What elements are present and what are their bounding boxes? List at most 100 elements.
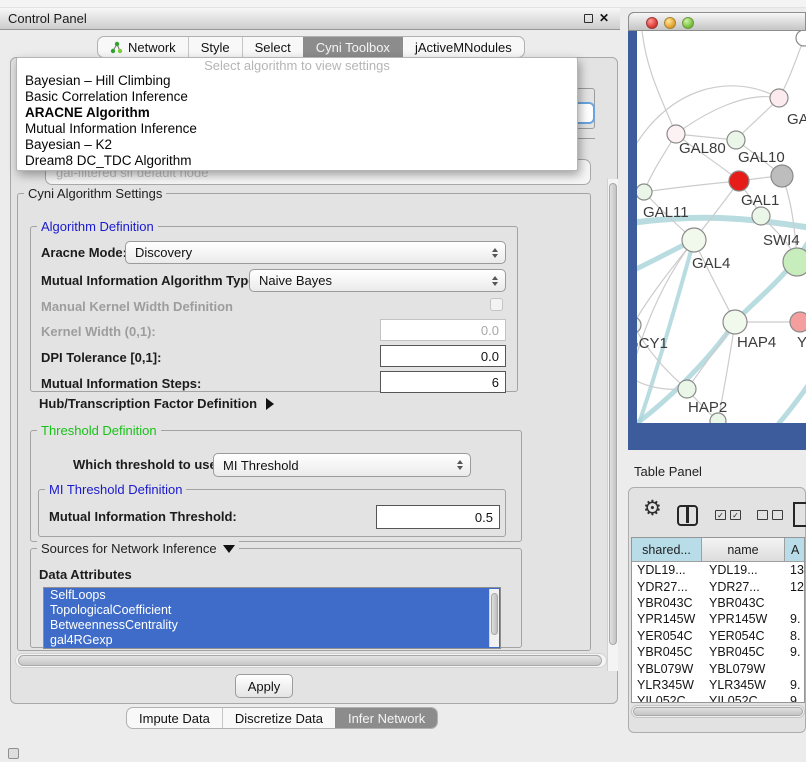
table-row[interactable]: YPR145WYPR145W9. xyxy=(632,611,804,627)
columns-icon[interactable] xyxy=(677,505,698,526)
node-label: HAP4 xyxy=(737,334,776,351)
network-canvas[interactable]: GAL GAL80 GAL10 GAL1 GAL11 SWI4 GAL4 GCY… xyxy=(637,31,806,423)
gear-icon[interactable] xyxy=(643,496,662,521)
tab-network[interactable]: Network xyxy=(98,37,188,57)
list-item[interactable]: TopologicalCoefficient xyxy=(44,603,500,618)
close-traffic-light[interactable] xyxy=(646,17,658,29)
data-attributes-label: Data Attributes xyxy=(39,567,132,582)
apply-button[interactable]: Apply xyxy=(235,674,293,698)
table-row[interactable]: YBR043CYBR043C xyxy=(632,595,804,611)
scrollbar-thumb[interactable] xyxy=(609,183,617,645)
which-threshold-select[interactable]: MI Threshold xyxy=(213,453,471,477)
node-hap4[interactable] xyxy=(723,310,747,334)
select-all-columns-icon[interactable] xyxy=(715,510,741,520)
scrollbar-thumb[interactable] xyxy=(633,707,803,716)
dropdown-item[interactable]: Bayesian – K2 xyxy=(17,137,577,153)
table-row[interactable]: YIL052CYIL052C9. xyxy=(632,693,804,703)
data-attributes-list[interactable]: SelfLoops TopologicalCoefficient Between… xyxy=(43,587,501,649)
dropdown-item[interactable]: Basic Correlation Inference xyxy=(17,89,577,105)
tab-discretize-data[interactable]: Discretize Data xyxy=(222,708,335,728)
table-row[interactable]: YLR345WYLR345W9. xyxy=(632,677,804,693)
algorithm-dropdown-popup: Select algorithm to view settings Bayesi… xyxy=(16,57,578,171)
app-top-strip xyxy=(0,0,806,8)
node-label: GAL10 xyxy=(738,149,785,166)
column-header-name[interactable]: name xyxy=(702,538,785,562)
file-icon[interactable] xyxy=(793,502,806,527)
dropdown-item[interactable]: Mutual Information Inference xyxy=(17,121,577,137)
tab-label: Network xyxy=(128,40,176,55)
hub-definition-expander[interactable]: Hub/Transcription Factor Definition xyxy=(39,396,274,411)
close-icon[interactable] xyxy=(599,11,611,26)
dropdown-item[interactable]: Dream8 DC_TDC Algorithm xyxy=(17,153,577,169)
node-gal4[interactable] xyxy=(682,228,706,252)
list-item[interactable]: BetweennessCentrality xyxy=(44,618,500,633)
sources-title[interactable]: Sources for Network Inference xyxy=(37,541,239,556)
network-icon xyxy=(110,41,123,54)
scrollbar-thumb[interactable] xyxy=(18,655,602,666)
node-label: GCY1 xyxy=(637,335,668,352)
float-window-icon[interactable] xyxy=(584,14,593,23)
dropdown-placeholder: Select algorithm to view settings xyxy=(17,58,577,73)
kernel-width-field: 0.0 xyxy=(380,319,506,341)
table-row[interactable]: YER054CYER054C8. xyxy=(632,628,804,644)
tab-impute-data[interactable]: Impute Data xyxy=(127,708,222,728)
which-threshold-label: Which threshold to use: xyxy=(73,457,221,472)
hub-definition-label: Hub/Transcription Factor Definition xyxy=(39,396,257,411)
edge xyxy=(779,384,806,423)
table-row[interactable]: YDR27...YDR27...12 xyxy=(632,578,804,594)
list-scrollbar[interactable] xyxy=(489,589,499,647)
column-header-partial[interactable]: A xyxy=(785,538,805,562)
aracne-mode-select[interactable]: Discovery xyxy=(125,241,506,264)
table-row[interactable]: YBL079WYBL079W xyxy=(632,660,804,676)
list-item[interactable]: SelfLoops xyxy=(44,588,500,603)
vertical-scrollbar[interactable] xyxy=(607,179,618,671)
tab-cyni-toolbox[interactable]: Cyni Toolbox xyxy=(303,37,402,57)
manual-kernel-label: Manual Kernel Width Definition xyxy=(41,299,233,314)
network-view-window: GAL GAL80 GAL10 GAL1 GAL11 SWI4 GAL4 GCY… xyxy=(628,12,806,450)
mi-steps-field[interactable]: 6 xyxy=(380,371,506,393)
node-gray[interactable] xyxy=(771,165,793,187)
threshold-definition-group: Threshold Definition Which threshold to … xyxy=(30,430,522,542)
node[interactable] xyxy=(770,89,788,107)
table-horizontal-scrollbar[interactable] xyxy=(631,705,805,718)
node-hap2[interactable] xyxy=(678,380,696,398)
tab-infer-network[interactable]: Infer Network xyxy=(335,708,437,728)
mi-type-label: Mutual Information Algorithm Type: xyxy=(41,273,260,288)
network-graph: GAL GAL80 GAL10 GAL1 GAL11 SWI4 GAL4 GCY… xyxy=(637,31,806,423)
node-gal11[interactable] xyxy=(637,184,652,200)
node[interactable] xyxy=(752,207,770,225)
dpi-tolerance-label: DPI Tolerance [0,1]: xyxy=(41,350,161,365)
table-row[interactable]: YDL19...YDL19...13 xyxy=(632,562,804,578)
node-red[interactable] xyxy=(729,171,749,191)
node[interactable] xyxy=(790,312,806,332)
node-gcy1[interactable] xyxy=(637,317,641,333)
dropdown-item-selected[interactable]: ARACNE Algorithm xyxy=(17,105,577,121)
mi-threshold-field[interactable]: 0.5 xyxy=(376,505,500,529)
dropdown-item[interactable]: Bayesian – Hill Climbing xyxy=(17,73,577,89)
table-header-row: shared... name A xyxy=(632,538,804,562)
node-gal10[interactable] xyxy=(727,131,745,149)
horizontal-scrollbar[interactable] xyxy=(15,653,607,668)
deselect-all-columns-icon[interactable] xyxy=(757,510,783,520)
table-row[interactable]: YBR045CYBR045C9. xyxy=(632,644,804,660)
tab-style[interactable]: Style xyxy=(188,37,242,57)
control-panel-tabbar: Network Style Select Cyni Toolbox jActiv… xyxy=(97,36,525,58)
column-header-shared-name[interactable]: shared... xyxy=(632,538,702,562)
edge xyxy=(694,240,735,322)
dpi-tolerance-field[interactable]: 0.0 xyxy=(380,345,506,367)
zoom-traffic-light[interactable] xyxy=(682,17,694,29)
node[interactable] xyxy=(796,31,806,46)
minimize-traffic-light[interactable] xyxy=(664,17,676,29)
tab-jactivemnodules[interactable]: jActiveMNodules xyxy=(402,37,524,57)
cyni-algorithm-settings-group: Cyni Algorithm Settings Algorithm Defini… xyxy=(17,193,591,651)
dock-window-icon[interactable] xyxy=(8,748,19,759)
tab-select[interactable]: Select xyxy=(242,37,303,57)
node-label: HAP2 xyxy=(688,399,727,416)
node-label: GAL xyxy=(787,111,806,128)
node-swi4[interactable] xyxy=(783,248,806,276)
list-item[interactable]: gal4RGexp xyxy=(44,633,500,648)
edge xyxy=(644,181,739,192)
control-panel-title: Control Panel xyxy=(0,11,87,26)
mi-type-select[interactable]: Naive Bayes xyxy=(249,269,506,292)
edge xyxy=(676,97,779,134)
